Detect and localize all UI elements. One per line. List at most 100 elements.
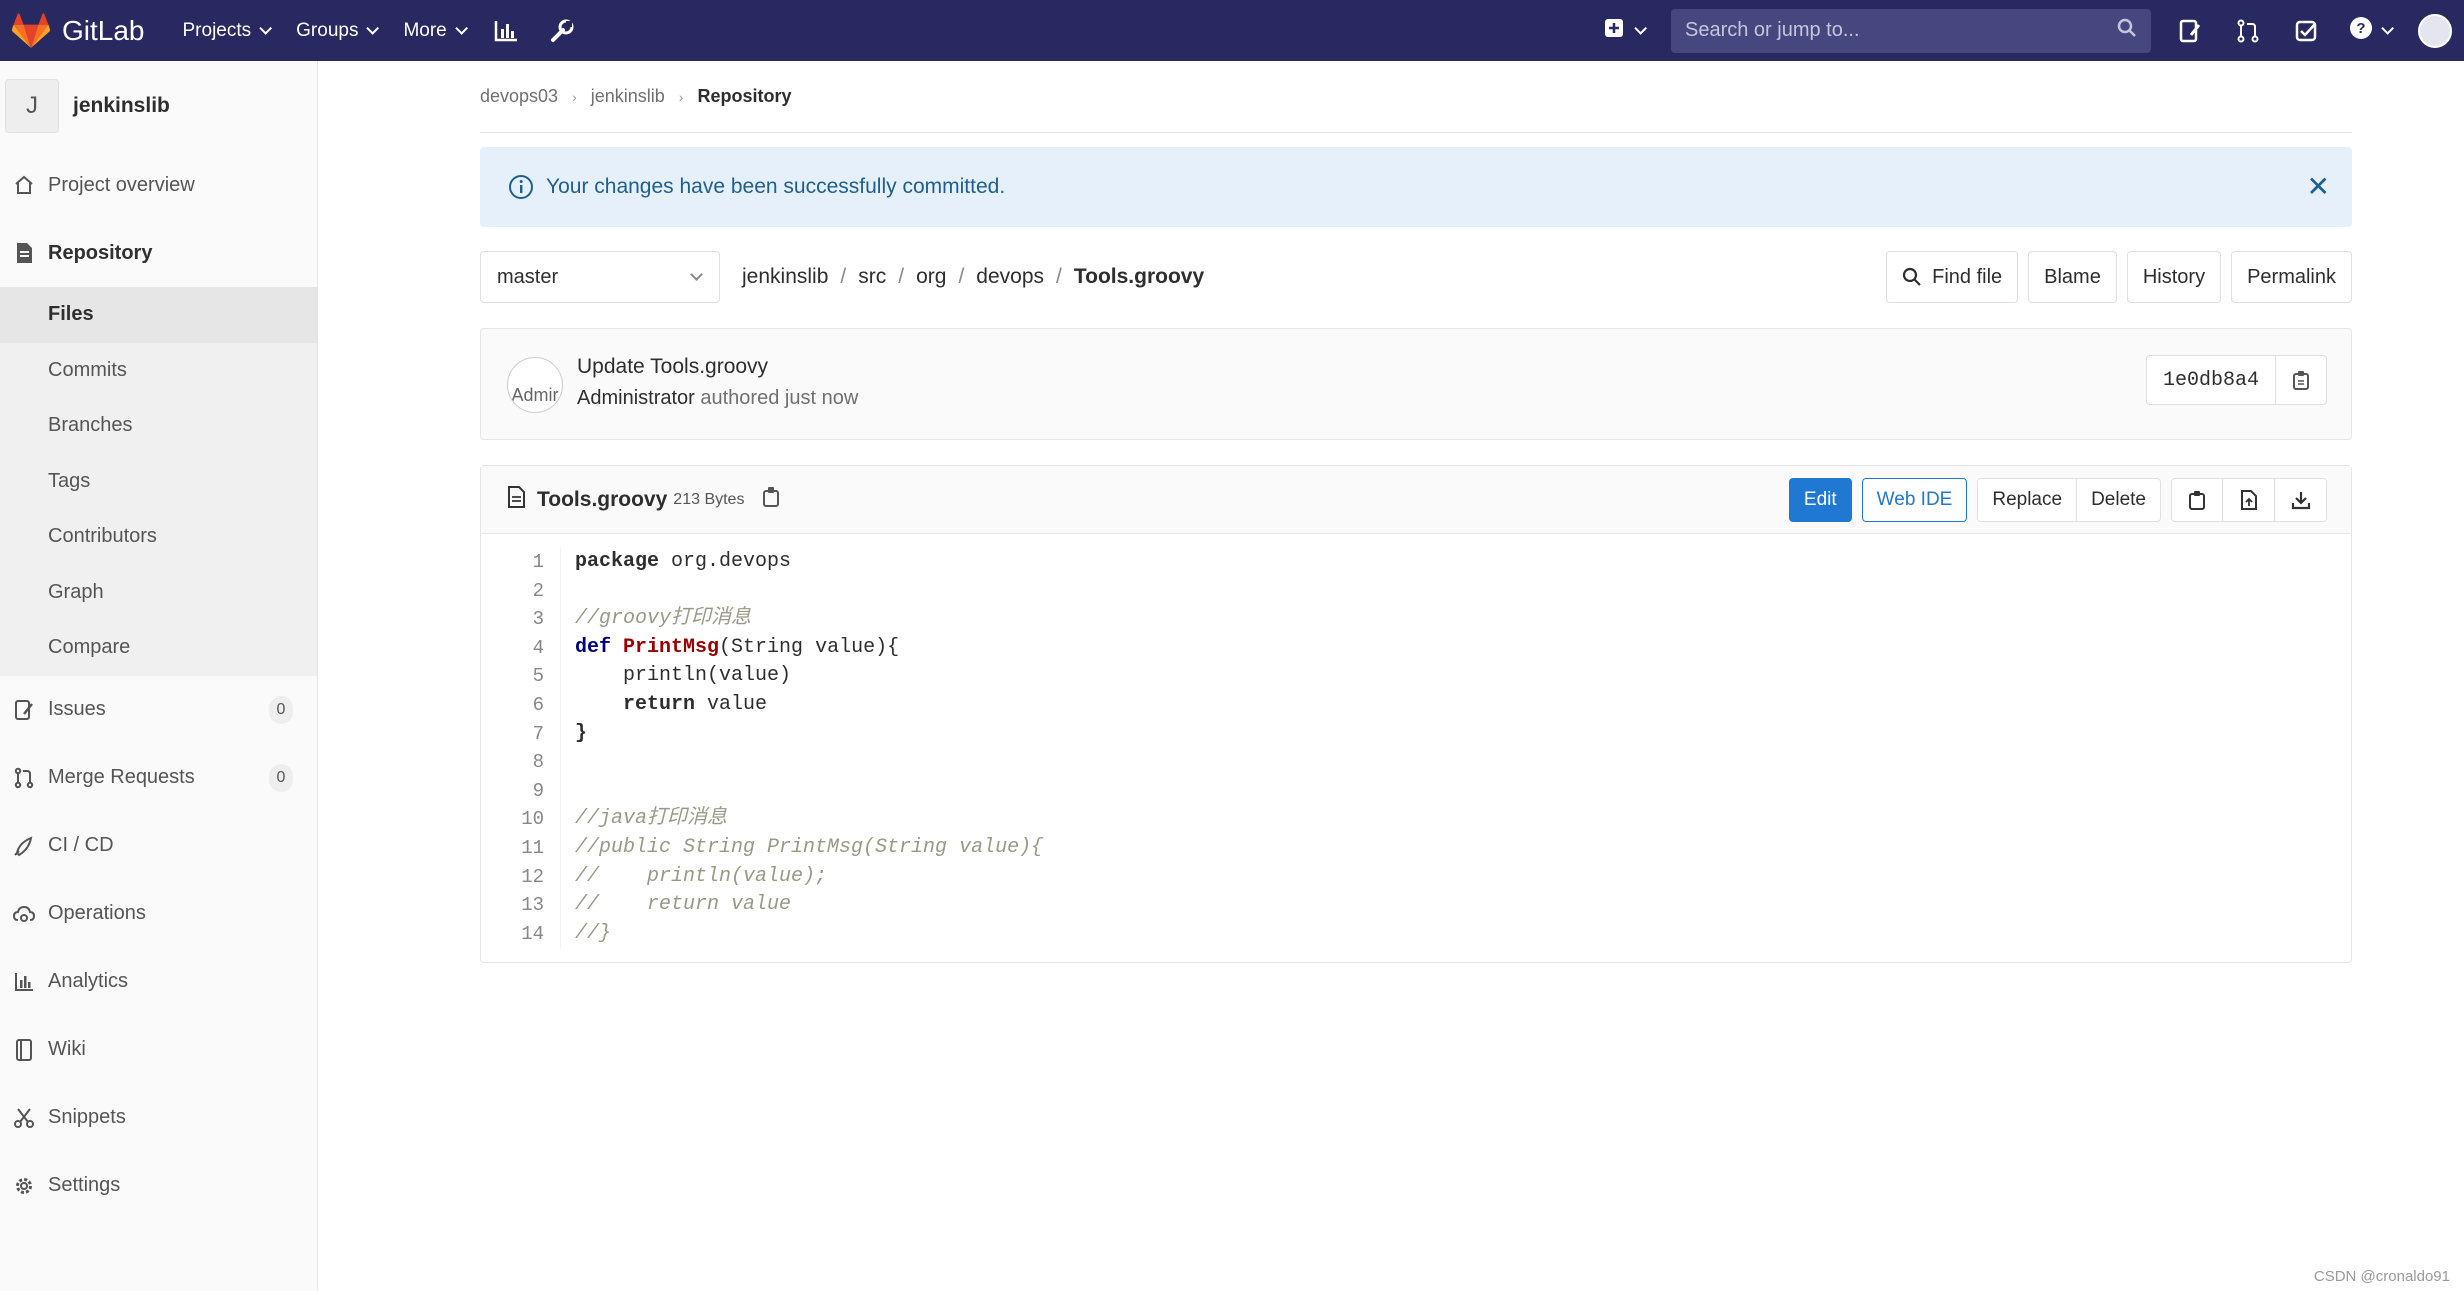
replace-button[interactable]: Replace bbox=[1977, 478, 2078, 522]
main-content: devops03 › jenkinslib › Repository Your … bbox=[480, 61, 2352, 964]
last-commit-box: Admir Update Tools.groovy Administrator … bbox=[480, 328, 2352, 440]
sidebar-sub-contributors[interactable]: Contributors bbox=[0, 509, 317, 565]
sidebar-item-issues[interactable]: Issues 0 bbox=[0, 676, 317, 744]
edit-button[interactable]: Edit bbox=[1788, 478, 1852, 522]
history-button[interactable]: History bbox=[2126, 251, 2222, 303]
chevron-down-icon bbox=[690, 268, 703, 281]
path-segment[interactable]: src bbox=[858, 265, 886, 289]
web-ide-button[interactable]: Web IDE bbox=[1861, 478, 1968, 522]
commit-sha[interactable]: 1e0db8a4 bbox=[2147, 356, 2276, 404]
user-avatar-menu[interactable] bbox=[2418, 13, 2452, 48]
line-number[interactable]: 6 bbox=[481, 691, 544, 720]
nav-projects-label: Projects bbox=[182, 19, 252, 41]
path-file[interactable]: Tools.groovy bbox=[1074, 265, 1204, 289]
sidebar-item-settings[interactable]: Settings bbox=[0, 1152, 317, 1220]
merge-request-icon[interactable] bbox=[2233, 16, 2263, 46]
sidebar-item-label: Issues bbox=[48, 698, 106, 720]
line-number[interactable]: 9 bbox=[481, 777, 544, 806]
blame-button[interactable]: Blame bbox=[2028, 251, 2117, 303]
code-comment: //} bbox=[575, 921, 612, 945]
new-item-dropdown[interactable] bbox=[1604, 18, 1647, 43]
activity-chart-icon[interactable] bbox=[492, 17, 520, 45]
commit-author[interactable]: Administrator bbox=[577, 387, 695, 409]
sidebar-item-ci-cd[interactable]: CI / CD bbox=[0, 812, 317, 880]
copy-clipboard-icon[interactable] bbox=[2276, 356, 2326, 404]
gitlab-fox-icon bbox=[12, 12, 50, 48]
line-numbers: 1 2 3 4 5 6 7 8 9 10 11 12 13 14 bbox=[481, 548, 561, 949]
breadcrumb-current[interactable]: Repository bbox=[697, 86, 791, 107]
sidebar-sub-branches[interactable]: Branches bbox=[0, 398, 317, 454]
line-number[interactable]: 1 bbox=[481, 548, 544, 577]
line-number[interactable]: 7 bbox=[481, 720, 544, 749]
sidebar-sub-graph[interactable]: Graph bbox=[0, 565, 317, 621]
sidebar-item-wiki[interactable]: Wiki bbox=[0, 1016, 317, 1084]
line-number[interactable]: 12 bbox=[481, 863, 544, 892]
sidebar-item-repository[interactable]: Repository bbox=[0, 219, 317, 287]
sidebar-item-operations[interactable]: Operations bbox=[0, 880, 317, 948]
avatar[interactable]: Admir bbox=[507, 357, 563, 413]
branch-select[interactable]: master bbox=[480, 251, 720, 303]
file-icon bbox=[507, 486, 525, 513]
sidebar-item-merge-requests[interactable]: Merge Requests 0 bbox=[0, 744, 317, 812]
merge-requests-count-badge: 0 bbox=[269, 763, 293, 792]
commit-title[interactable]: Update Tools.groovy bbox=[577, 355, 768, 379]
search-input[interactable]: Search or jump to... bbox=[1671, 8, 2151, 53]
sidebar-item-label: Settings bbox=[48, 1174, 121, 1196]
file-size: 213 Bytes bbox=[673, 490, 745, 508]
top-navbar: GitLab Projects Groups More Search or ju… bbox=[0, 0, 2464, 61]
nav-more-label: More bbox=[403, 19, 447, 41]
sidebar-sub-tags[interactable]: Tags bbox=[0, 454, 317, 510]
breadcrumb-project-link[interactable]: jenkinslib bbox=[591, 86, 665, 107]
breadcrumb-group-link[interactable]: devops03 bbox=[480, 86, 558, 107]
permalink-button[interactable]: Permalink bbox=[2231, 251, 2352, 303]
home-icon bbox=[12, 173, 36, 197]
issues-icon[interactable] bbox=[2175, 16, 2205, 46]
line-number[interactable]: 11 bbox=[481, 834, 544, 863]
path-segment[interactable]: org bbox=[916, 265, 946, 289]
close-icon[interactable]: ✕ bbox=[2307, 173, 2330, 201]
path-segment[interactable]: devops bbox=[976, 265, 1044, 289]
line-number[interactable]: 3 bbox=[481, 605, 544, 634]
line-number[interactable]: 5 bbox=[481, 662, 544, 691]
line-number[interactable]: 8 bbox=[481, 748, 544, 777]
sidebar-item-snippets[interactable]: Snippets bbox=[0, 1084, 317, 1152]
sidebar-project-header[interactable]: J jenkinslib bbox=[0, 61, 317, 151]
sidebar-item-analytics[interactable]: Analytics bbox=[0, 948, 317, 1016]
path-segment[interactable]: jenkinslib bbox=[742, 265, 828, 289]
line-number[interactable]: 14 bbox=[481, 920, 544, 949]
project-sidebar: J jenkinslib Project overview Repository… bbox=[0, 61, 318, 1291]
code-comment: //public String PrintMsg(String value){ bbox=[575, 835, 1044, 859]
chart-icon bbox=[12, 970, 36, 994]
file-header: Tools.groovy 213 Bytes Edit Web IDE Repl… bbox=[481, 466, 2351, 534]
help-dropdown[interactable]: ? bbox=[2349, 16, 2394, 45]
copy-contents-button[interactable] bbox=[2171, 478, 2223, 522]
commit-meta: Administrator authored just now bbox=[577, 387, 858, 410]
line-number[interactable]: 10 bbox=[481, 805, 544, 834]
nav-more-dropdown[interactable]: More bbox=[403, 19, 468, 42]
open-raw-button[interactable] bbox=[2223, 478, 2275, 522]
nav-groups-dropdown[interactable]: Groups bbox=[296, 20, 380, 42]
find-file-button[interactable]: Find file bbox=[1886, 251, 2019, 303]
sidebar-sub-commits[interactable]: Commits bbox=[0, 343, 317, 399]
copy-file-path-icon[interactable] bbox=[762, 486, 780, 513]
nav-projects-dropdown[interactable]: Projects bbox=[182, 19, 273, 42]
chevron-down-icon bbox=[2381, 22, 2394, 35]
gitlab-logo[interactable]: GitLab bbox=[12, 0, 145, 61]
todo-checkbox-icon[interactable] bbox=[2291, 16, 2321, 46]
chevron-down-icon bbox=[1634, 22, 1647, 35]
line-number[interactable]: 2 bbox=[481, 577, 544, 606]
gear-icon bbox=[12, 1174, 36, 1198]
code-line: return value bbox=[575, 691, 1043, 720]
sidebar-item-project-overview[interactable]: Project overview bbox=[0, 151, 317, 219]
line-number[interactable]: 4 bbox=[481, 634, 544, 663]
gitlab-wordmark: GitLab bbox=[62, 14, 145, 46]
download-button[interactable] bbox=[2275, 478, 2327, 522]
line-number[interactable]: 13 bbox=[481, 891, 544, 920]
book-icon bbox=[12, 1038, 36, 1062]
admin-wrench-icon[interactable] bbox=[548, 17, 576, 45]
sidebar-sub-files[interactable]: Files bbox=[0, 287, 317, 343]
sidebar-sub-compare[interactable]: Compare bbox=[0, 620, 317, 676]
delete-button[interactable]: Delete bbox=[2077, 478, 2161, 522]
download-icon bbox=[2291, 492, 2310, 510]
document-icon bbox=[12, 241, 36, 265]
